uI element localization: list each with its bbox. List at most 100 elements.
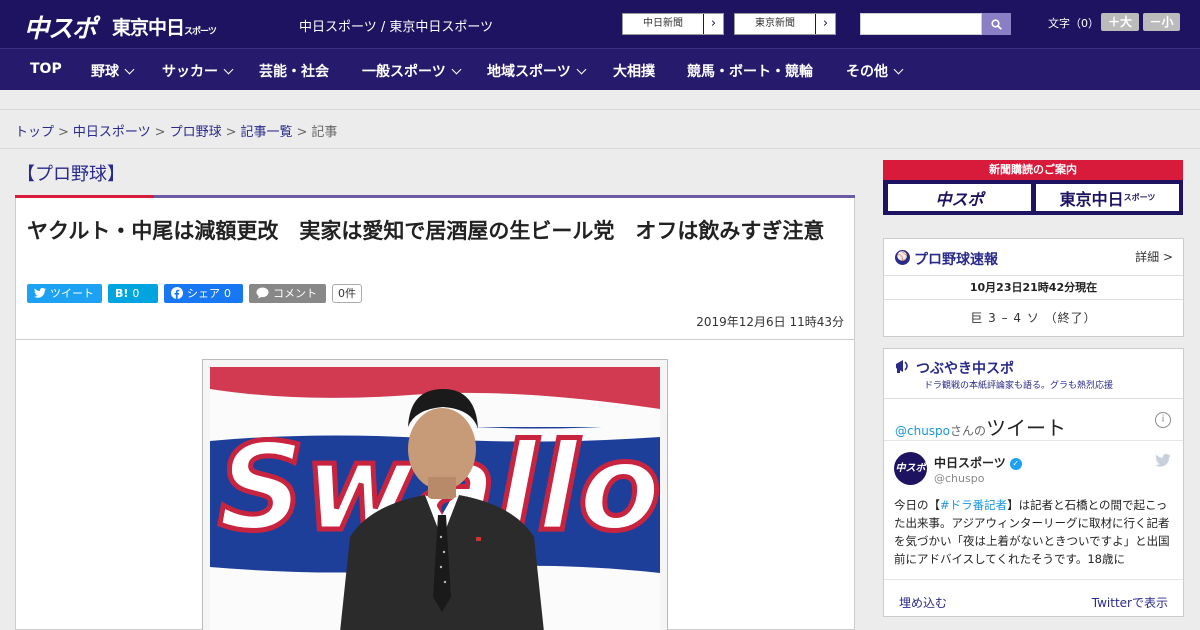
breadcrumb-separator: >: [225, 125, 237, 140]
breadcrumb-article-list[interactable]: 記事一覧: [241, 125, 293, 140]
baseball-widget-title: プロ野球速報: [914, 252, 998, 268]
chevron-down-icon: [893, 64, 904, 75]
tweet-text: 今日の【#ドラ番記者】は記者と石橋との間で起こった出来事。アジアウィンターリーグ…: [894, 496, 1175, 569]
chevron-down-icon: [451, 64, 462, 75]
site-title: 中日スポーツ / 東京中日スポーツ: [299, 20, 494, 35]
article-photo[interactable]: Swallo: [202, 359, 668, 630]
avatar[interactable]: 中スポ: [894, 452, 927, 485]
tweet-label: ツイート: [50, 287, 94, 300]
nav-item-label: 芸能・社会: [259, 64, 329, 80]
chevron-right-icon: ›: [703, 14, 723, 34]
score-timestamp: 10月23日21時42分現在: [884, 276, 1183, 300]
search-button[interactable]: [982, 13, 1011, 35]
timeline-handle[interactable]: @chuspo: [895, 424, 950, 438]
nav-item-local-sports[interactable]: 地域スポーツ: [487, 61, 587, 81]
comment-button[interactable]: コメント: [249, 283, 326, 303]
comment-count: 0件: [332, 283, 362, 303]
player-photo: Swallo: [210, 367, 660, 630]
tokyo-chunichi-logo[interactable]: 東京中日スポーツ: [112, 13, 217, 40]
nav-item-general-sports[interactable]: 一般スポーツ: [362, 61, 462, 81]
nav-item-sumo[interactable]: 大相撲: [613, 61, 655, 81]
article-headline: ヤクルト・中尾は減額更改 実家は愛知で居酒屋の生ビール党 オフは飲みすぎ注意: [27, 219, 825, 243]
twitter-timeline: @chuspoさんのツイート i 中スポ 中日スポーツ ✓ @chuspo 今日の…: [884, 399, 1183, 579]
view-on-twitter-link[interactable]: Twitterで表示: [1092, 594, 1168, 611]
tweet-text-before: 今日の【: [894, 498, 940, 512]
nav-item-label: サッカー: [162, 64, 218, 80]
subscription-banner[interactable]: 新聞購読のご案内 中スポ 東京中日 スポーツ: [883, 160, 1183, 215]
category-title: 【プロ野球】: [17, 164, 125, 185]
twitter-bird-icon: [34, 288, 46, 298]
chuspo-logo[interactable]: 中スポ: [24, 9, 97, 45]
article-box: ヤクルト・中尾は減額更改 実家は愛知で居酒屋の生ビール党 オフは飲みすぎ注意 ツ…: [15, 198, 855, 630]
subscription-title: 新聞購読のご案内: [989, 163, 1077, 176]
facebook-share-button[interactable]: シェア 0: [164, 283, 243, 303]
nav-item-baseball[interactable]: 野球: [91, 61, 135, 81]
chevron-down-icon: [576, 64, 587, 75]
timeline-heading: ツイート: [986, 416, 1067, 440]
nav-item-entertainment[interactable]: 芸能・社会: [259, 61, 329, 81]
main-nav: TOP 野球 サッカー 芸能・社会 一般スポーツ 地域スポーツ 大相撲 競馬・ボ…: [0, 48, 1200, 90]
facebook-icon: [171, 287, 183, 299]
baseball-score-widget: ⚾ プロ野球速報 詳細 > 10月23日21時42分現在 巨 3 – 4 ソ （…: [883, 238, 1184, 337]
nav-item-soccer[interactable]: サッカー: [162, 61, 234, 81]
embed-link[interactable]: 埋め込む: [899, 594, 947, 611]
divider: [16, 339, 854, 340]
chuspo-subscribe-logo[interactable]: 中スポ: [887, 183, 1032, 212]
tokyo-shimbun-label: 東京新聞: [755, 18, 795, 29]
nav-item-racing[interactable]: 競馬・ボート・競輪: [687, 61, 813, 81]
breadcrumb-top[interactable]: トップ: [15, 125, 54, 140]
tweet-author-name[interactable]: 中日スポーツ ✓: [934, 454, 1022, 471]
tokyo-shimbun-link[interactable]: 東京新聞 ›: [734, 13, 836, 35]
nav-item-other[interactable]: その他: [846, 61, 904, 81]
tokyo-chunichi-subscribe-small: スポーツ: [1123, 193, 1156, 202]
nav-item-label: 大相撲: [613, 64, 655, 80]
hatena-bookmark-button[interactable]: B! 0: [108, 283, 158, 303]
breadcrumb-bar: トップ > 中日スポーツ > プロ野球 > 記事一覧 > 記事: [0, 110, 1200, 149]
nav-item-label: その他: [846, 64, 888, 80]
tweet-author-handle[interactable]: @chuspo: [934, 472, 984, 485]
breadcrumb-pro-baseball[interactable]: プロ野球: [170, 125, 222, 140]
tweet-button[interactable]: ツイート: [27, 283, 102, 303]
chevron-right-icon: ›: [815, 14, 835, 34]
chevron-down-icon: [223, 64, 234, 75]
font-size-label: 文字（0）: [1048, 17, 1099, 30]
baseball-widget-header: ⚾ プロ野球速報 詳細 >: [884, 239, 1183, 276]
font-smaller-button[interactable]: －小: [1143, 13, 1180, 31]
score-line[interactable]: 巨 3 – 4 ソ （終了）: [884, 300, 1183, 337]
chunichi-shimbun-link[interactable]: 中日新聞 ›: [622, 13, 724, 35]
tokyo-chunichi-subscribe-logo[interactable]: 東京中日 スポーツ: [1035, 183, 1180, 212]
tweet-hashtag[interactable]: #ドラ番記者: [940, 498, 1007, 512]
baseball-detail-link[interactable]: 詳細 >: [1135, 248, 1173, 265]
nav-item-label: 野球: [91, 64, 119, 80]
breadcrumb-chunichi-sports[interactable]: 中日スポーツ: [73, 125, 151, 140]
font-larger-button[interactable]: ＋大: [1101, 13, 1139, 31]
tweets-widget: つぶやき中スポ ドラ観戦の本紙評論家も語る。グラも熱烈応援 @chuspoさんの…: [883, 348, 1184, 617]
facebook-share-count: 0: [224, 286, 231, 300]
timeline-title: @chuspoさんのツイート: [895, 412, 1066, 441]
nav-item-label: 一般スポーツ: [362, 64, 446, 80]
share-buttons: ツイート B! 0 シェア 0 コメント 0件: [27, 283, 362, 303]
hatena-count: 0: [132, 286, 140, 300]
baseball-icon: ⚾: [895, 250, 910, 265]
search-input[interactable]: [860, 13, 982, 35]
timeline-footer: 埋め込む Twitterで表示: [884, 579, 1183, 623]
tweets-widget-title: つぶやき中スポ: [916, 361, 1014, 377]
breadcrumb: トップ > 中日スポーツ > プロ野球 > 記事一覧 > 記事: [15, 121, 337, 140]
twitter-bird-icon[interactable]: [1155, 454, 1171, 467]
publish-date: 2019年12月6日 11時43分: [696, 315, 844, 329]
spacer-strip: [0, 90, 1200, 110]
timeline-handle-suffix: さんの: [950, 424, 987, 438]
hatena-icon: B!: [115, 286, 129, 300]
nav-item-label: TOP: [30, 61, 62, 77]
search-icon: [991, 18, 1002, 30]
info-icon[interactable]: i: [1155, 412, 1171, 428]
nav-item-top[interactable]: TOP: [30, 61, 62, 77]
tweets-widget-subtitle: ドラ観戦の本紙評論家も語る。グラも熱烈応援: [924, 381, 1114, 391]
tweet-author-name-text: 中日スポーツ: [934, 456, 1006, 470]
comment-label: コメント: [273, 287, 317, 300]
nav-item-label: 競馬・ボート・競輪: [687, 64, 813, 80]
chunichi-shimbun-label: 中日新聞: [643, 18, 683, 29]
main-column: 【プロ野球】 ヤクルト・中尾は減額更改 実家は愛知で居酒屋の生ビール党 オフは飲…: [15, 150, 855, 630]
timeline-header: @chuspoさんのツイート i: [884, 399, 1183, 441]
verified-badge-icon: ✓: [1009, 457, 1022, 470]
